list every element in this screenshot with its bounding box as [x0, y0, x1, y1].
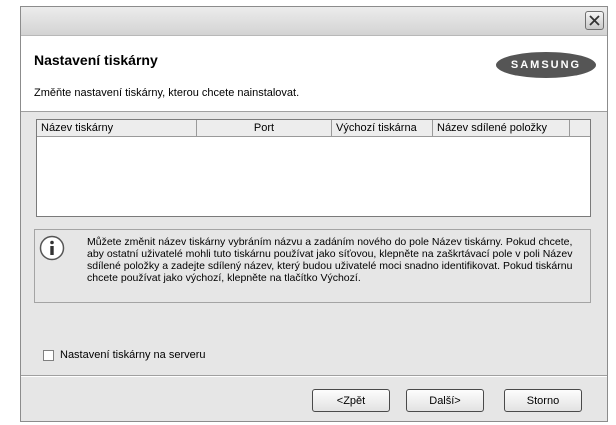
column-header-default-printer[interactable]: Výchozí tiskárna — [332, 120, 433, 136]
info-text: Můžete změnit název tiskárny vybráním ná… — [87, 236, 573, 284]
column-header-share-name[interactable]: Název sdílené položky — [433, 120, 570, 136]
info-icon — [39, 235, 65, 261]
close-icon — [589, 15, 600, 26]
table-header: Název tiskárny Port Výchozí tiskárna Náz… — [37, 120, 590, 137]
next-button[interactable]: Další> — [406, 389, 484, 412]
samsung-logo: SAMSUNG — [496, 52, 596, 78]
title-bar — [21, 7, 607, 36]
page-title: Nastavení tiskárny — [34, 52, 158, 68]
footer-divider — [21, 375, 607, 377]
header-panel: Nastavení tiskárny Změňte nastavení tisk… — [21, 36, 607, 112]
server-setup-checkbox[interactable] — [43, 349, 54, 361]
column-header-port[interactable]: Port — [197, 120, 332, 136]
printer-table[interactable]: Název tiskárny Port Výchozí tiskárna Náz… — [36, 119, 591, 217]
cancel-button[interactable]: Storno — [504, 389, 582, 412]
info-panel: Můžete změnit název tiskárny vybráním ná… — [34, 229, 591, 303]
close-button[interactable] — [585, 11, 604, 30]
back-button[interactable]: <Zpět — [312, 389, 390, 412]
setup-dialog: Nastavení tiskárny Změňte nastavení tisk… — [20, 6, 608, 422]
server-setup-option[interactable]: Nastavení tiskárny na serveru — [43, 349, 206, 361]
page-subtitle: Změňte nastavení tiskárny, kterou chcete… — [34, 87, 300, 99]
server-setup-label[interactable]: Nastavení tiskárny na serveru — [60, 349, 206, 361]
column-header-printer-name[interactable]: Název tiskárny — [37, 120, 197, 136]
